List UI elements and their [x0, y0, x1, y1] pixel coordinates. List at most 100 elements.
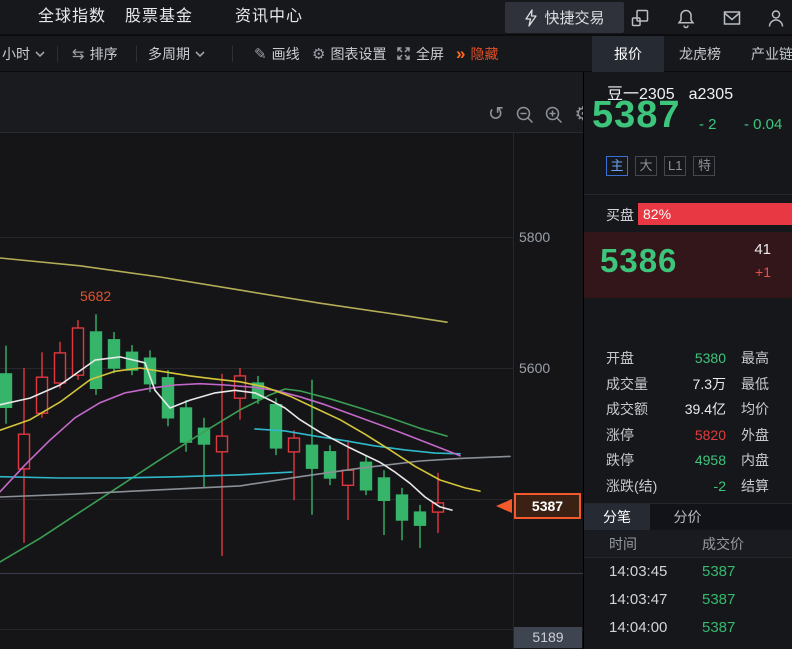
tick-time: 14:03:45	[609, 563, 668, 580]
nav-global-indices[interactable]: 全球指数	[38, 0, 106, 34]
bid-price: 5386	[600, 242, 678, 279]
tick-row[interactable]: 14:03:47 5387	[584, 586, 792, 614]
chart-settings-button[interactable]: ⚙ 图表设置	[312, 36, 386, 71]
pencil-icon: ✎	[254, 45, 267, 63]
tab-price-distribution[interactable]: 分价	[654, 504, 720, 531]
stat-label: 成交量	[606, 375, 648, 392]
divider	[584, 194, 792, 195]
user-icon[interactable]	[765, 7, 787, 29]
badge-large[interactable]: 大	[635, 156, 657, 176]
nav-info-center[interactable]: 资讯中心	[235, 0, 303, 34]
hide-panel-button[interactable]: » 隐藏	[456, 36, 498, 71]
stat-row-change-settle: 涨跌(结) -2 结算	[584, 474, 792, 500]
stat-label-2: 最低	[741, 375, 769, 392]
sort-button[interactable]: ⇆ 排序	[72, 36, 118, 71]
sort-icon: ⇆	[72, 45, 85, 63]
undo-icon[interactable]: ↺	[485, 104, 507, 126]
last-price: 5387	[592, 94, 681, 136]
stat-label-2: 外盘	[741, 426, 769, 443]
quick-trade-label: 快捷交易	[544, 10, 605, 27]
high-price-annotation: 5682	[80, 288, 112, 304]
quote-mode-badges: 主 大 L1 特	[606, 156, 716, 176]
period-dropdown[interactable]: 小时	[2, 36, 45, 71]
tab-tick-by-tick[interactable]: 分笔	[584, 504, 650, 531]
buy-side-label: 买盘	[606, 207, 634, 223]
tick-row[interactable]: 14:03:45 5387	[584, 558, 792, 586]
buy-side-ratio-bar: 82%	[638, 203, 792, 225]
candlestick-chart[interactable]	[0, 133, 583, 649]
bid-row[interactable]: 5386 41 +1	[584, 232, 792, 298]
y-axis-tick: 5600	[519, 360, 551, 376]
draw-line-button[interactable]: ✎ 画线	[254, 36, 300, 71]
chart-area: ↺ ⚙ 5800 5600 5682 5387 5189	[0, 72, 592, 649]
tick-header-price: 成交价	[702, 536, 744, 552]
stat-label: 成交额	[606, 401, 648, 417]
toolbar-separator	[232, 46, 233, 62]
ma-cyan-flat	[0, 471, 293, 479]
stat-row-volume: 成交量 7.3万 最低	[584, 372, 792, 398]
toolbar-separator	[136, 46, 137, 62]
bell-icon[interactable]	[675, 7, 697, 29]
tick-price: 5387	[702, 619, 736, 636]
badge-main[interactable]: 主	[606, 156, 628, 176]
stat-row-limit-down: 跌停 4958 内盘	[584, 448, 792, 474]
fullscreen-button[interactable]: 全屏	[396, 36, 444, 71]
stat-value: 5820	[694, 426, 726, 443]
stat-label-2: 结算	[741, 477, 769, 494]
fullscreen-label: 全屏	[416, 45, 444, 62]
tick-price: 5387	[702, 591, 736, 608]
badge-special[interactable]: 特	[693, 156, 716, 176]
badge-l1[interactable]: L1	[664, 156, 687, 176]
stat-value: -2	[713, 477, 726, 494]
y-axis-tick: 5800	[519, 229, 551, 245]
stat-label-2: 最高	[741, 350, 769, 366]
period-label: 小时	[2, 45, 30, 62]
tick-header-time: 时间	[609, 536, 637, 552]
tick-row[interactable]: 14:04:00 5387	[584, 614, 792, 642]
chart-settings-label: 图表设置	[330, 45, 387, 62]
stat-label: 涨跌(结)	[606, 477, 658, 494]
current-price-tag: 5387	[514, 493, 581, 519]
stat-label-2: 内盘	[741, 452, 769, 468]
stat-value: 4958	[694, 452, 726, 468]
zoom-in-icon[interactable]	[543, 104, 565, 126]
multi-window-icon[interactable]	[629, 7, 651, 29]
fullscreen-icon	[397, 47, 410, 60]
stat-value: 7.3万	[692, 375, 726, 392]
chevron-down-icon	[195, 50, 205, 57]
draw-line-label: 画线	[271, 45, 300, 62]
y-axis-bottom-label: 5189	[514, 627, 582, 648]
ma-cyan	[254, 428, 461, 455]
price-change-percent: - 0.04	[744, 116, 783, 133]
buy-side-percent: 82%	[643, 206, 672, 222]
stat-value: 5380	[694, 350, 726, 366]
quote-panel: 豆一2305 a2305 5387 - 2 - 0.04 主 大 L1 特 买盘 …	[583, 72, 792, 649]
tick-price: 5387	[702, 563, 736, 580]
quote-stats-table: 开盘 5380 最高 成交量 7.3万 最低 成交额 39.4亿 均价 涨停 5…	[584, 346, 792, 499]
topbar: 全球指数 股票基金 资讯中心 快捷交易	[0, 0, 792, 36]
zoom-out-icon[interactable]	[514, 104, 536, 126]
bid-volume: 41	[754, 241, 771, 258]
gear-icon: ⚙	[312, 45, 326, 63]
double-chevron-icon: »	[456, 43, 466, 63]
mail-icon[interactable]	[721, 7, 743, 29]
toolbar-separator	[57, 46, 58, 62]
quick-trade-button[interactable]: 快捷交易	[505, 2, 624, 33]
tick-time: 14:04:00	[609, 619, 668, 636]
stat-row-turnover: 成交额 39.4亿 均价	[584, 397, 792, 423]
stat-row-limit-up: 涨停 5820 外盘	[584, 423, 792, 449]
chart-header: ↺ ⚙	[0, 72, 592, 133]
tab-quotes[interactable]: 报价	[592, 36, 664, 72]
tick-list: 14:03:45 5387 14:03:47 5387 14:04:00 538…	[584, 558, 792, 642]
stat-value: 39.4亿	[684, 401, 726, 417]
stat-label: 开盘	[606, 350, 634, 366]
multi-period-label: 多周期	[148, 45, 190, 62]
tab-industry-chain[interactable]: 产业链	[736, 36, 792, 72]
tab-dragon-tiger[interactable]: 龙虎榜	[664, 36, 736, 72]
multi-period-dropdown[interactable]: 多周期	[148, 36, 205, 71]
chart-toolbar: 小时 ⇆ 排序 多周期 ✎ 画线 ⚙ 图表设置 全屏 » 隐藏 报价 龙虎榜 产…	[0, 36, 792, 72]
nav-stock-funds[interactable]: 股票基金	[125, 0, 193, 34]
stat-label: 跌停	[606, 452, 634, 468]
stat-row-open: 开盘 5380 最高	[584, 346, 792, 372]
instrument-code: a2305	[688, 86, 734, 103]
